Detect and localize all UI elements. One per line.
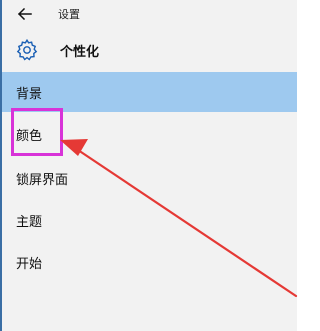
settings-panel: 设置 个性化 背景 颜色 锁屏界面 主题 开始: [0, 0, 301, 331]
sidebar-item-label: 背景: [16, 87, 43, 102]
back-button[interactable]: [12, 3, 38, 25]
page-header: 个性化: [2, 34, 301, 66]
sidebar-item-label: 主题: [16, 215, 43, 230]
sidebar-item-label: 颜色: [16, 129, 43, 144]
window-title: 设置: [58, 8, 80, 21]
window-edge: [297, 0, 301, 331]
gear-icon: [16, 38, 38, 61]
sidebar-item-colors[interactable]: 颜色: [2, 114, 299, 154]
page-title: 个性化: [60, 45, 100, 60]
arrow-left-icon: [18, 8, 32, 20]
sidebar-item-themes[interactable]: 主题: [2, 200, 299, 240]
sidebar-item-label: 锁屏界面: [16, 173, 69, 188]
sidebar-item-lock-screen[interactable]: 锁屏界面: [2, 158, 299, 198]
title-bar: 设置: [2, 0, 301, 28]
sidebar-item-label: 开始: [16, 257, 43, 272]
sidebar-item-start[interactable]: 开始: [2, 242, 299, 282]
sidebar-item-background[interactable]: 背景: [2, 72, 299, 112]
